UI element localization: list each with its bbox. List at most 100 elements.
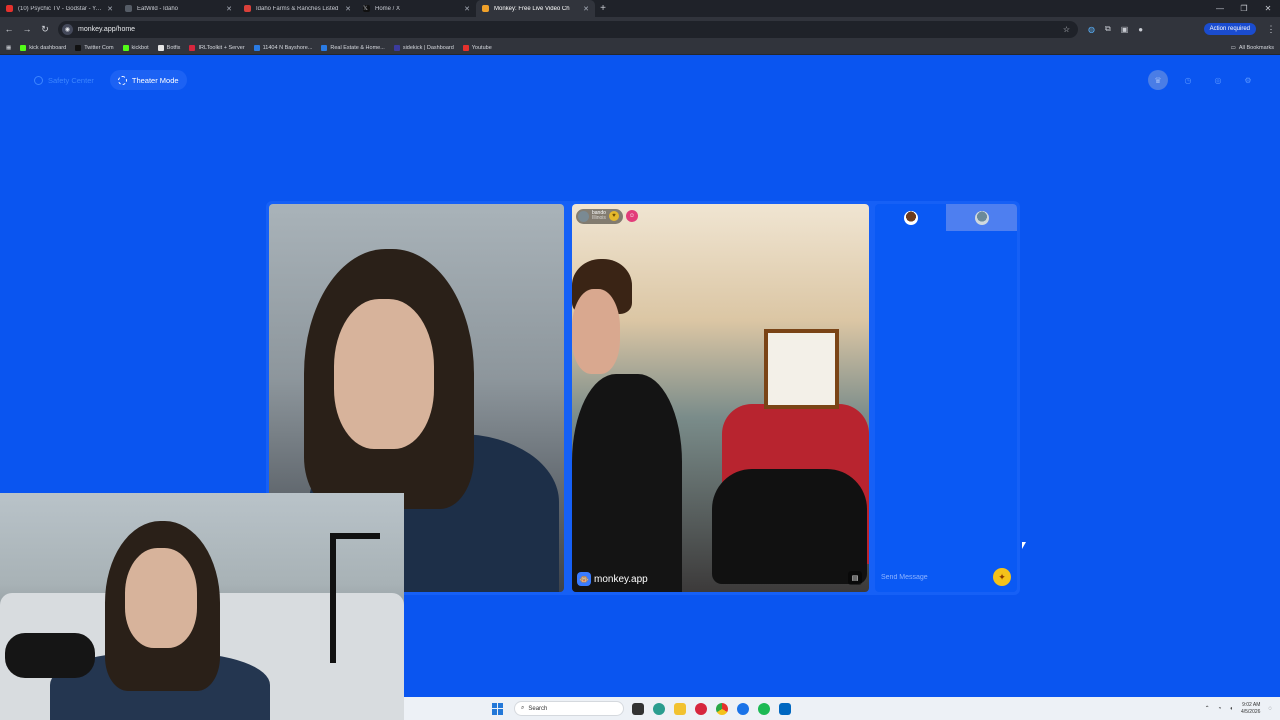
- peer-video-feed: bando Illinois ♥ ☺ 🐵 monkey.app ▤: [572, 204, 869, 592]
- bookmark-botfix[interactable]: Botfix: [157, 44, 180, 51]
- chat-input-row: ✦: [875, 562, 1017, 592]
- chat-tab-peer[interactable]: [946, 204, 1017, 231]
- bookmarks-bar: ▦ kick dashboard Twitter Com kickbot Bot…: [0, 41, 1280, 55]
- kick-icon: [122, 44, 129, 51]
- tab-eatwild[interactable]: EatWild - Idaho ✕: [119, 0, 238, 17]
- bookmark-label: IRLToolkit + Server: [198, 44, 245, 51]
- windows-start-icon[interactable]: [492, 702, 504, 715]
- youtube-icon: [462, 44, 469, 51]
- minimize-icon[interactable]: —: [1208, 4, 1232, 13]
- app-icon[interactable]: [695, 702, 707, 715]
- monkey-favicon-icon: [482, 5, 489, 12]
- bookmark-bayshore[interactable]: 11404 N Bayshore...: [253, 44, 312, 51]
- x-favicon-icon: 𝕏: [363, 5, 370, 12]
- close-window-icon[interactable]: ✕: [1256, 4, 1280, 13]
- safety-center-button[interactable]: Safety Center: [26, 70, 102, 90]
- tab-title: Home / X: [375, 5, 401, 12]
- restore-icon[interactable]: ❐: [1232, 4, 1256, 13]
- audio-extension-icon[interactable]: ◍: [1088, 25, 1095, 34]
- theater-icon: [117, 75, 127, 85]
- location-favicon-icon: [244, 5, 251, 12]
- back-arrow-icon[interactable]: ←: [0, 24, 18, 34]
- close-tab-icon[interactable]: ✕: [345, 5, 351, 13]
- close-tab-icon[interactable]: ✕: [583, 5, 589, 13]
- bookmark-kickbot[interactable]: kickbot: [122, 44, 149, 51]
- bookmark-label: Youtube: [471, 44, 492, 51]
- volume-icon[interactable]: ◖: [1229, 706, 1233, 712]
- monkey-logo-icon: 🐵: [577, 572, 591, 586]
- microphone-arm: [330, 533, 380, 663]
- new-tab-button[interactable]: +: [595, 3, 611, 14]
- heart-icon[interactable]: ♥: [608, 211, 619, 221]
- tab-monkey[interactable]: Monkey: Free Live Video Ch ✕: [476, 0, 595, 17]
- send-message-input[interactable]: [881, 573, 993, 581]
- profile-icon[interactable]: ♛: [1148, 70, 1168, 90]
- tab-x-home[interactable]: 𝕏 Home / X ✕: [357, 0, 476, 17]
- menu-kebab-icon[interactable]: ⋮: [1262, 24, 1280, 35]
- settings-icon[interactable]: ⚙: [1238, 70, 1258, 90]
- messages-icon[interactable]: ◎: [1208, 70, 1228, 90]
- network-icon[interactable]: ◔: [1218, 706, 1222, 712]
- app-store-icon[interactable]: [779, 702, 791, 715]
- chevron-up-icon[interactable]: ⌃: [1205, 705, 1210, 712]
- home-icon: [321, 44, 328, 51]
- omnibox[interactable]: ◉ monkey.app/home ☆: [58, 20, 1078, 38]
- theater-mode-button[interactable]: Theater Mode: [109, 70, 187, 90]
- sidekick-icon: [393, 44, 400, 51]
- bookmark-label: All Bookmarks: [1238, 44, 1274, 51]
- close-tab-icon[interactable]: ✕: [107, 5, 113, 13]
- task-view-icon[interactable]: [632, 702, 644, 715]
- url-text[interactable]: monkey.app/home: [78, 26, 1058, 33]
- bookmark-star-icon[interactable]: ☆: [1063, 25, 1070, 34]
- forward-arrow-icon[interactable]: →: [18, 24, 36, 34]
- site-info-icon[interactable]: ◉: [62, 23, 73, 35]
- apps-grid-icon[interactable]: ▦: [6, 45, 11, 51]
- system-clock[interactable]: 9:02 AM 4/5/2026: [1241, 702, 1260, 716]
- history-icon[interactable]: ◷: [1178, 70, 1198, 90]
- bookmark-label: kick dashboard: [29, 44, 67, 51]
- close-tab-icon[interactable]: ✕: [464, 5, 470, 13]
- file-explorer-icon[interactable]: [674, 702, 686, 715]
- peer-avatar-small: [974, 210, 989, 225]
- bookmark-sidekick[interactable]: sidekick | Dashboard: [393, 44, 454, 51]
- tab-title: Idaho Farms & Ranches Listed: [256, 5, 339, 12]
- chat-tab-self[interactable]: [875, 204, 946, 231]
- tab-title: Monkey: Free Live Video Ch: [494, 5, 570, 12]
- report-badge-icon[interactable]: ☺: [625, 210, 638, 222]
- chrome-icon[interactable]: [716, 702, 728, 715]
- bookmark-label: Twitter Com: [84, 44, 114, 51]
- side-panel-icon[interactable]: ▣: [1121, 25, 1129, 34]
- bookmark-kick-dashboard[interactable]: kick dashboard: [20, 44, 67, 51]
- extensions-puzzle-icon[interactable]: ⧉: [1105, 24, 1111, 34]
- reload-icon[interactable]: ↻: [36, 24, 54, 35]
- microphone: [5, 633, 95, 678]
- action-required-button[interactable]: Action required: [1203, 23, 1256, 35]
- notifications-bell-icon[interactable]: ◌: [1268, 706, 1272, 712]
- close-tab-icon[interactable]: ✕: [226, 5, 232, 13]
- profile-avatar-icon[interactable]: ●: [1138, 25, 1143, 34]
- spotify-icon[interactable]: [758, 702, 770, 715]
- peer-username-chip[interactable]: bando Illinois ♥: [576, 208, 623, 224]
- extension-icons: ◍ ⧉ ▣ ●: [1088, 24, 1143, 34]
- bookmark-irltoolkit[interactable]: IRLToolkit + Server: [189, 44, 245, 51]
- taskbar-apps: [632, 702, 791, 715]
- bookmark-real-estate[interactable]: Real Estate & Home...: [321, 44, 385, 51]
- bookmark-twitter[interactable]: Twitter Com: [75, 44, 114, 51]
- theater-mode-label: Theater Mode: [131, 75, 179, 85]
- all-bookmarks-button[interactable]: ▭ All Bookmarks: [1231, 45, 1274, 51]
- peer-avatar: [578, 210, 589, 222]
- tab-psychic-tv[interactable]: (10) Psychic TV - Godstar - You ✕: [0, 0, 119, 17]
- camera-switch-icon[interactable]: ▤: [848, 571, 862, 585]
- messenger-icon[interactable]: [737, 702, 749, 715]
- tab-idaho-farms[interactable]: Idaho Farms & Ranches Listed ✕: [238, 0, 357, 17]
- chat-tabs: [875, 204, 1017, 231]
- clock-time: 9:02 AM: [1242, 701, 1261, 708]
- self-face: [334, 299, 434, 449]
- copilot-icon[interactable]: [653, 702, 665, 715]
- bookmark-label: Real Estate & Home...: [330, 44, 385, 51]
- bookmark-youtube[interactable]: Youtube: [462, 44, 492, 51]
- tab-title: (10) Psychic TV - Godstar - You: [18, 5, 103, 12]
- taskbar-search[interactable]: ⌕ Search: [514, 701, 624, 716]
- gift-icon[interactable]: ✦: [993, 568, 1011, 586]
- bookmark-label: kickbot: [131, 44, 149, 51]
